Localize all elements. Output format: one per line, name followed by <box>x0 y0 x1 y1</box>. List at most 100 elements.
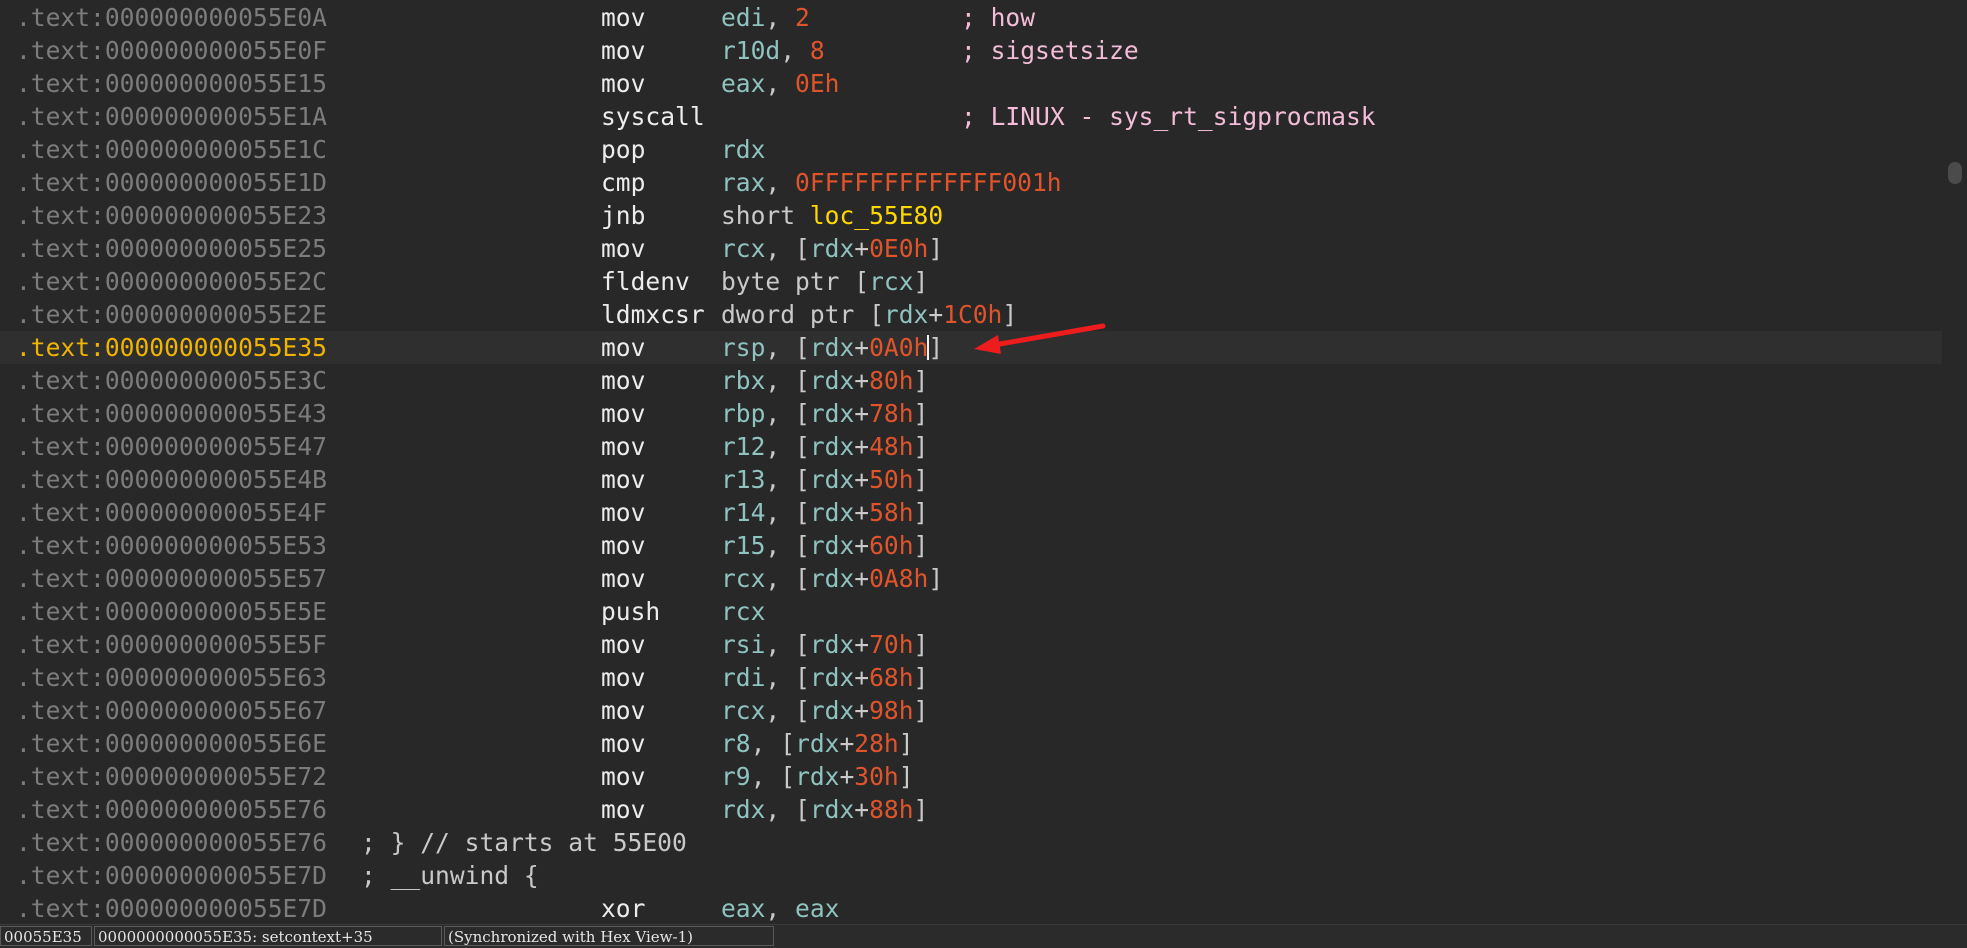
line-address[interactable]: .text:000000000055E23 <box>16 199 327 232</box>
instruction-mnemonic[interactable]: mov <box>601 67 645 100</box>
line-address[interactable]: .text:000000000055E4F <box>16 496 327 529</box>
listing-line[interactable]: .text:000000000055E43 mov rbp, [rdx+78h] <box>0 397 1942 430</box>
instruction-operands[interactable]: rsi, [rdx+70h] <box>721 628 928 661</box>
line-address[interactable]: .text:000000000055E6E <box>16 727 327 760</box>
listing-line[interactable]: .text:000000000055E6E mov r8, [rdx+28h] <box>0 727 1942 760</box>
instruction-operands[interactable]: r13, [rdx+50h] <box>721 463 928 496</box>
listing-line[interactable]: .text:000000000055E63 mov rdi, [rdx+68h] <box>0 661 1942 694</box>
listing-line[interactable]: .text:000000000055E53 mov r15, [rdx+60h] <box>0 529 1942 562</box>
instruction-mnemonic[interactable]: xor <box>601 892 645 924</box>
instruction-mnemonic[interactable]: mov <box>601 562 645 595</box>
instruction-operands[interactable]: rcx <box>721 595 765 628</box>
instruction-operands[interactable]: edi, 2 <box>721 1 810 34</box>
instruction-mnemonic[interactable]: mov <box>601 529 645 562</box>
listing-line[interactable]: .text:000000000055E76 mov rdx, [rdx+88h] <box>0 793 1942 826</box>
instruction-operands[interactable]: rdi, [rdx+68h] <box>721 661 928 694</box>
instruction-mnemonic[interactable]: mov <box>601 694 645 727</box>
line-address[interactable]: .text:000000000055E2E <box>16 298 327 331</box>
scrollbar-thumb[interactable] <box>1948 162 1962 184</box>
line-address[interactable]: .text:000000000055E25 <box>16 232 327 265</box>
disassembly-listing[interactable]: .text:000000000055E0A mov edi, 2; how .text… <box>0 0 1942 924</box>
line-address[interactable]: .text:000000000055E67 <box>16 694 327 727</box>
instruction-operands[interactable]: r10d, 8 <box>721 34 825 67</box>
instruction-mnemonic[interactable]: mov <box>601 661 645 694</box>
line-address[interactable]: .text:000000000055E76 <box>16 793 327 826</box>
instruction-mnemonic[interactable]: push <box>601 595 660 628</box>
line-address[interactable]: .text:000000000055E53 <box>16 529 327 562</box>
instruction-mnemonic[interactable]: mov <box>601 232 645 265</box>
listing-line[interactable]: .text:000000000055E67 mov rcx, [rdx+98h] <box>0 694 1942 727</box>
instruction-mnemonic[interactable]: fldenv <box>601 265 690 298</box>
line-address[interactable]: .text:000000000055E43 <box>16 397 327 430</box>
listing-line[interactable]: .text:000000000055E76 ; } // starts at 55… <box>0 826 1942 859</box>
listing-line[interactable]: .text:000000000055E25 mov rcx, [rdx+0E0h] <box>0 232 1942 265</box>
listing-line[interactable]: .text:000000000055E1C pop rdx <box>0 133 1942 166</box>
listing-line[interactable]: .text:000000000055E2C fldenv byte ptr [rcx… <box>0 265 1942 298</box>
instruction-operands[interactable]: rdx <box>721 133 765 166</box>
instruction-mnemonic[interactable]: mov <box>601 1 645 34</box>
line-address[interactable]: .text:000000000055E35 <box>16 331 327 364</box>
line-address[interactable]: .text:000000000055E5F <box>16 628 327 661</box>
instruction-operands[interactable]: rbp, [rdx+78h] <box>721 397 928 430</box>
instruction-operands[interactable]: rdx, [rdx+88h] <box>721 793 928 826</box>
line-address[interactable]: .text:000000000055E63 <box>16 661 327 694</box>
instruction-mnemonic[interactable]: mov <box>601 727 645 760</box>
instruction-operands[interactable]: eax, 0Eh <box>721 67 839 100</box>
instruction-mnemonic[interactable]: mov <box>601 430 645 463</box>
instruction-mnemonic[interactable]: syscall <box>601 100 705 133</box>
listing-line[interactable]: .text:000000000055E1A syscall ; LINUX - sy… <box>0 100 1942 133</box>
instruction-mnemonic[interactable]: mov <box>601 628 645 661</box>
instruction-mnemonic[interactable]: ldmxcsr <box>601 298 705 331</box>
listing-line[interactable]: .text:000000000055E3C mov rbx, [rdx+80h] <box>0 364 1942 397</box>
line-address[interactable]: .text:000000000055E2C <box>16 265 327 298</box>
line-address[interactable]: .text:000000000055E1C <box>16 133 327 166</box>
listing-line[interactable]: .text:000000000055E57 mov rcx, [rdx+0A8h] <box>0 562 1942 595</box>
instruction-mnemonic[interactable]: jnb <box>601 199 645 232</box>
vertical-scrollbar[interactable] <box>1944 0 1967 924</box>
line-address[interactable]: .text:000000000055E5E <box>16 595 327 628</box>
listing-line[interactable]: .text:000000000055E0F mov r10d, 8 ; sigsets… <box>0 34 1942 67</box>
line-address[interactable]: .text:000000000055E0A <box>16 1 327 34</box>
instruction-operands[interactable]: r8, [rdx+28h] <box>721 727 914 760</box>
instruction-operands[interactable]: r12, [rdx+48h] <box>721 430 928 463</box>
listing-line[interactable]: .text:000000000055E4F mov r14, [rdx+58h] <box>0 496 1942 529</box>
instruction-mnemonic[interactable]: mov <box>601 364 645 397</box>
instruction-mnemonic[interactable]: mov <box>601 496 645 529</box>
listing-line[interactable]: .text:000000000055E15 mov eax, 0Eh <box>0 67 1942 100</box>
instruction-operands[interactable]: byte ptr [rcx] <box>721 265 928 298</box>
line-address[interactable]: .text:000000000055E3C <box>16 364 327 397</box>
instruction-operands[interactable]: r9, [rdx+30h] <box>721 760 914 793</box>
instruction-operands[interactable]: rax, 0FFFFFFFFFFFFF001h <box>721 166 1062 199</box>
line-address[interactable]: .text:000000000055E7D <box>16 859 327 892</box>
instruction-mnemonic[interactable]: pop <box>601 133 645 166</box>
listing-line[interactable]: .text:000000000055E7D xor eax, eax <box>0 892 1942 924</box>
listing-line[interactable]: .text:000000000055E5F mov rsi, [rdx+70h] <box>0 628 1942 661</box>
listing-line[interactable]: .text:000000000055E47 mov r12, [rdx+48h] <box>0 430 1942 463</box>
instruction-operands[interactable]: rcx, [rdx+0E0h] <box>721 232 943 265</box>
listing-line[interactable]: .text:000000000055E1D cmp rax, 0FFFFFFFFFF… <box>0 166 1942 199</box>
instruction-operands[interactable]: short loc_55E80 <box>721 199 943 232</box>
instruction-mnemonic[interactable]: mov <box>601 34 645 67</box>
listing-line[interactable]: .text:000000000055E72 mov r9, [rdx+30h] <box>0 760 1942 793</box>
instruction-mnemonic[interactable]: mov <box>601 331 645 364</box>
listing-line[interactable]: .text:000000000055E5E push rcx <box>0 595 1942 628</box>
line-address[interactable]: .text:000000000055E57 <box>16 562 327 595</box>
line-address[interactable]: .text:000000000055E76 <box>16 826 327 859</box>
instruction-operands[interactable]: r15, [rdx+60h] <box>721 529 928 562</box>
instruction-operands[interactable]: r14, [rdx+58h] <box>721 496 928 529</box>
line-address[interactable]: .text:000000000055E15 <box>16 67 327 100</box>
instruction-mnemonic[interactable]: mov <box>601 463 645 496</box>
instruction-mnemonic[interactable]: mov <box>601 397 645 430</box>
instruction-operands[interactable]: rcx, [rdx+0A8h] <box>721 562 943 595</box>
listing-line[interactable]: .text:000000000055E23 jnb short loc_55E80 <box>0 199 1942 232</box>
line-address[interactable]: .text:000000000055E4B <box>16 463 327 496</box>
listing-line[interactable]: .text:000000000055E7D ; __unwind { <box>0 859 1942 892</box>
line-address[interactable]: .text:000000000055E1A <box>16 100 327 133</box>
instruction-operands[interactable]: rbx, [rdx+80h] <box>721 364 928 397</box>
line-address[interactable]: .text:000000000055E0F <box>16 34 327 67</box>
line-address[interactable]: .text:000000000055E1D <box>16 166 327 199</box>
instruction-mnemonic[interactable]: cmp <box>601 166 645 199</box>
instruction-mnemonic[interactable]: mov <box>601 760 645 793</box>
line-address[interactable]: .text:000000000055E47 <box>16 430 327 463</box>
instruction-mnemonic[interactable]: mov <box>601 793 645 826</box>
